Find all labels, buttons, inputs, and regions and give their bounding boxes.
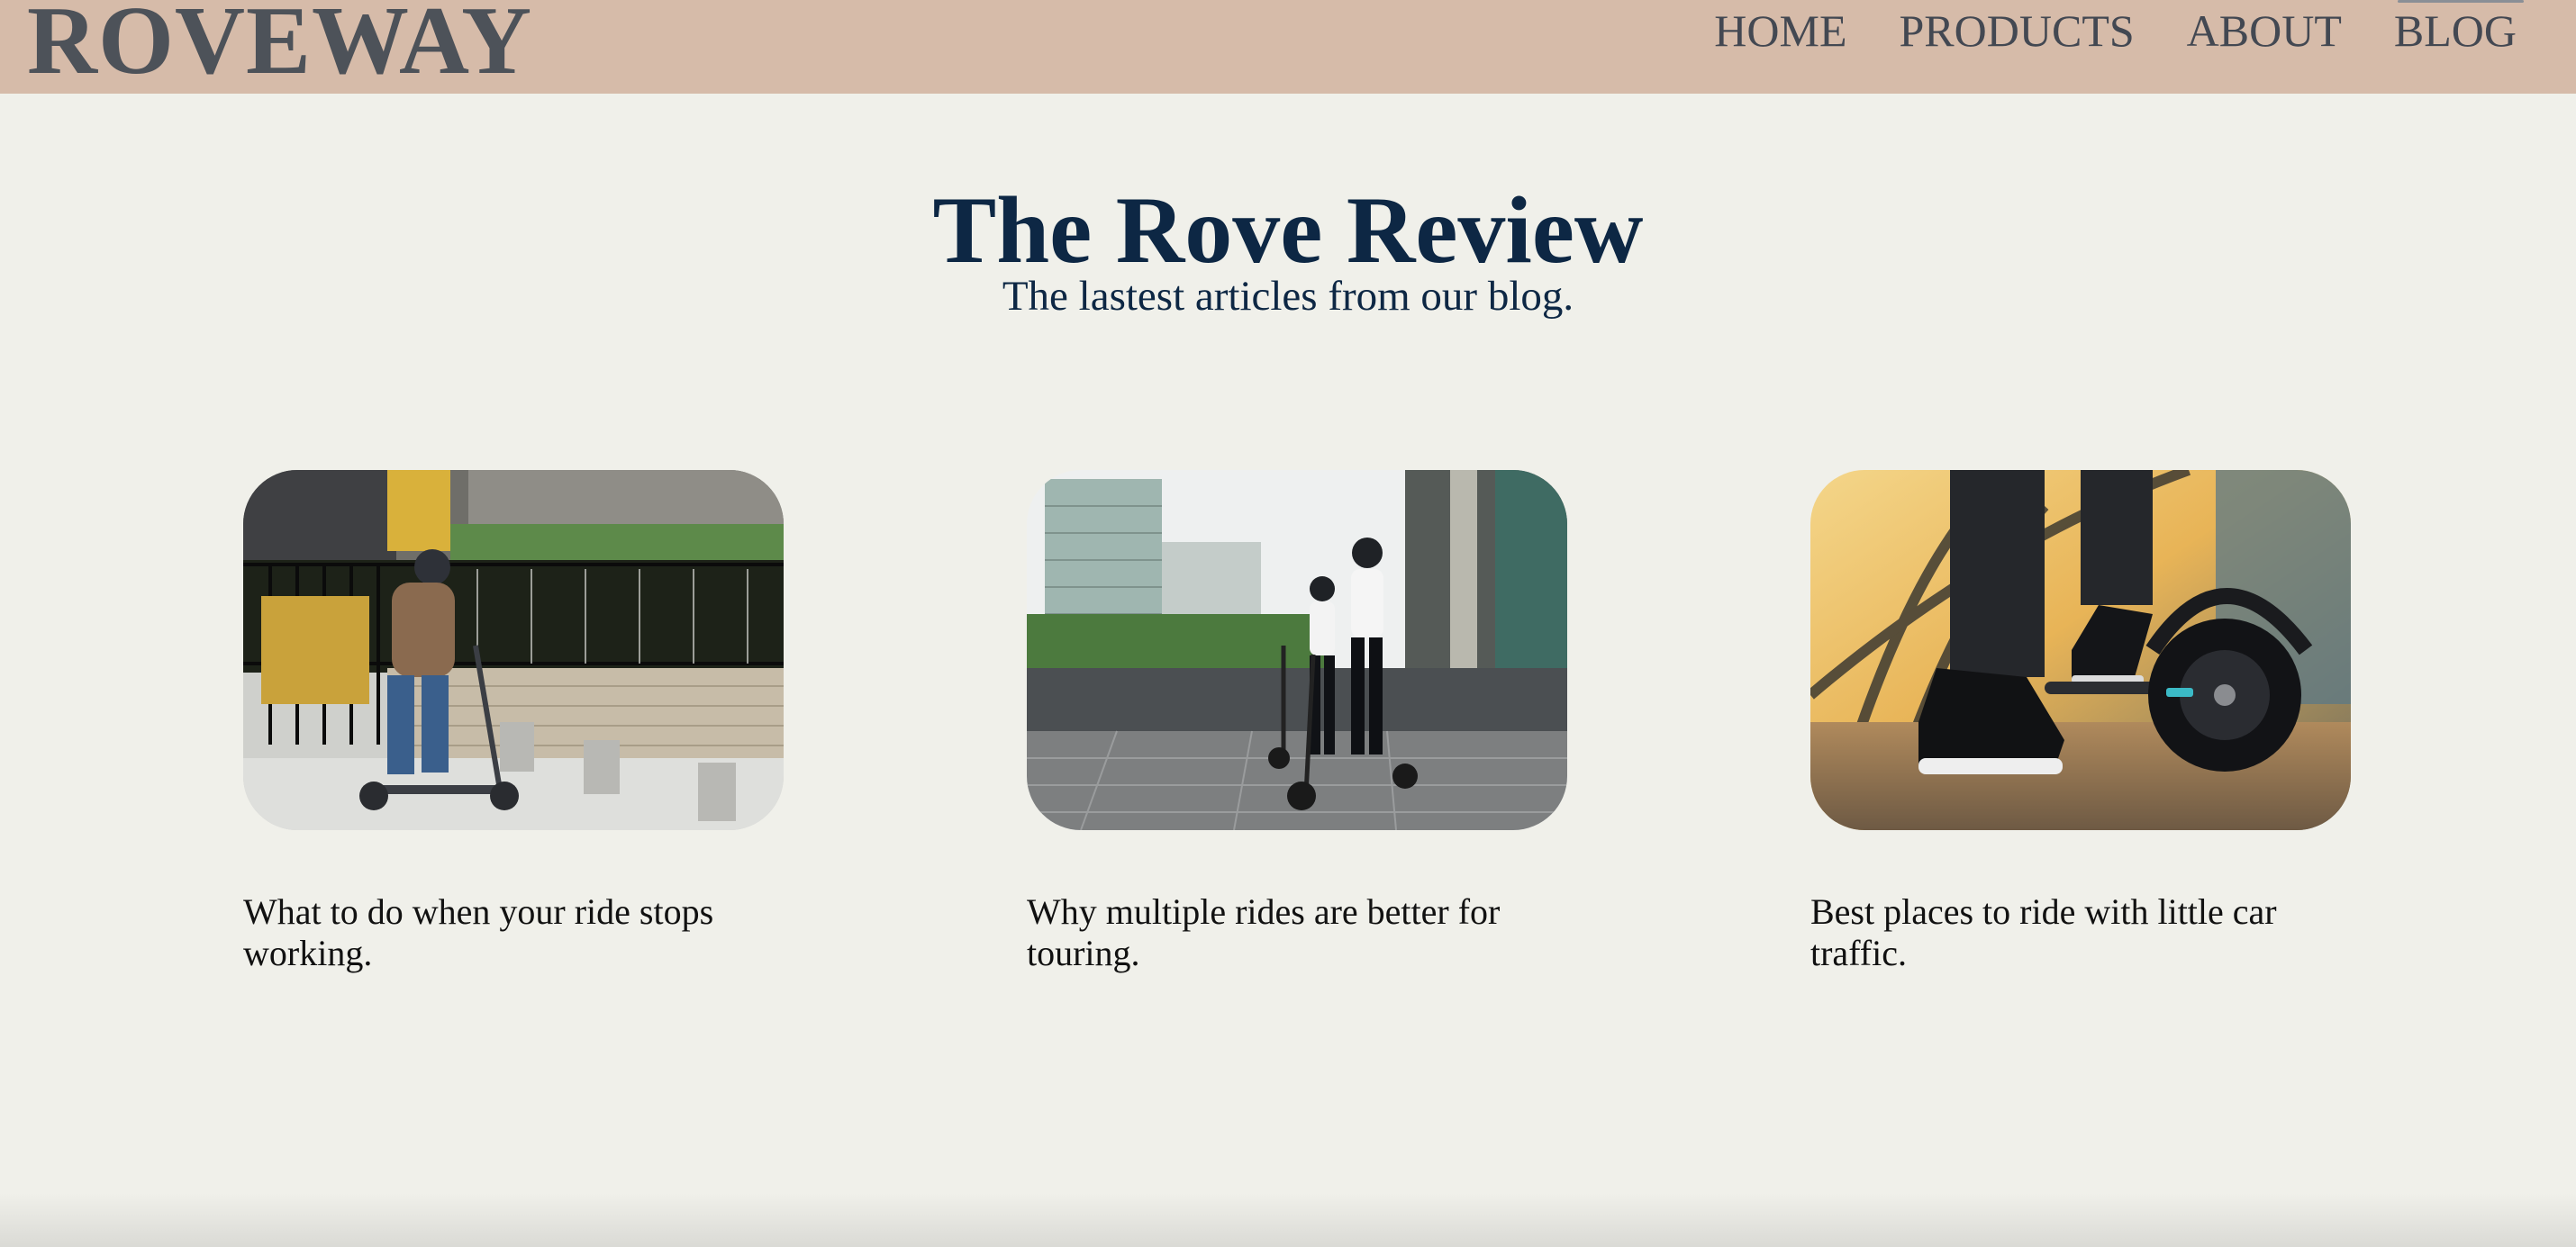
article-card: Why multiple rides are better for tourin… <box>1027 470 1567 974</box>
article-title[interactable]: Why multiple rides are better for tourin… <box>1027 891 1567 974</box>
nav-home-link[interactable]: HOME <box>1714 5 1846 56</box>
article-title[interactable]: Best places to ride with little car traf… <box>1810 891 2351 974</box>
main-nav: HOME PRODUCTS ABOUT BLOG <box>1714 5 2517 56</box>
scooter-rider-street-photo <box>243 470 784 830</box>
nav-products-link[interactable]: PRODUCTS <box>1899 5 2134 56</box>
article-image[interactable] <box>1810 470 2351 830</box>
page-title: The Rove Review <box>932 177 1644 283</box>
bottom-edge-shadow <box>0 1193 2576 1247</box>
page: ROVEWAY HOME PRODUCTS ABOUT BLOG The Rov… <box>0 0 2576 1247</box>
article-card: Best places to ride with little car traf… <box>1810 470 2351 974</box>
nav-active-indicator <box>2398 0 2524 3</box>
article-image[interactable] <box>1027 470 1567 830</box>
article-card: What to do when your ride stops working. <box>243 470 784 974</box>
site-header: ROVEWAY HOME PRODUCTS ABOUT BLOG <box>0 0 2576 94</box>
scooter-sneakers-sunset-photo <box>1810 470 2351 830</box>
page-subtitle: The lastest articles from our blog. <box>1002 273 1574 320</box>
brand-logo[interactable]: ROVEWAY <box>27 0 532 90</box>
article-title[interactable]: What to do when your ride stops working. <box>243 891 784 974</box>
scooter-riders-city-photo <box>1027 470 1567 830</box>
article-image[interactable] <box>243 470 784 830</box>
nav-blog-link[interactable]: BLOG <box>2394 5 2517 56</box>
nav-about-link[interactable]: ABOUT <box>2187 5 2342 56</box>
